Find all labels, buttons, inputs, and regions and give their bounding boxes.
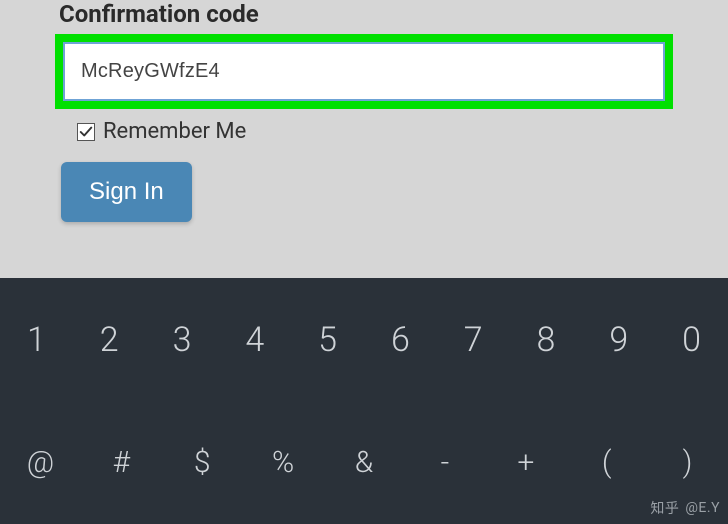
login-form: Confirmation code Remember Me Sign In <box>0 0 728 222</box>
key-hash[interactable]: # <box>81 445 162 480</box>
watermark-site: 知乎 <box>650 498 679 518</box>
remember-me-label: Remember Me <box>103 119 246 144</box>
key-8[interactable]: 8 <box>510 320 583 360</box>
key-6[interactable]: 6 <box>364 320 437 360</box>
key-plus[interactable]: + <box>485 445 566 480</box>
keyboard-row-numbers: 1 2 3 4 5 6 7 8 9 0 <box>0 278 728 401</box>
confirmation-code-label: Confirmation code <box>55 0 673 28</box>
key-0[interactable]: 0 <box>655 320 728 360</box>
input-highlight-frame <box>55 34 673 109</box>
on-screen-keyboard: 1 2 3 4 5 6 7 8 9 0 @ # $ % & - + ( ) <box>0 278 728 524</box>
watermark: 知乎 @E.Y <box>650 498 720 518</box>
key-at[interactable]: @ <box>0 445 81 480</box>
key-paren-open[interactable]: ( <box>566 445 647 480</box>
key-percent[interactable]: % <box>243 445 324 480</box>
key-9[interactable]: 9 <box>582 320 655 360</box>
key-ampersand[interactable]: & <box>324 445 405 480</box>
key-minus[interactable]: - <box>404 445 485 480</box>
key-2[interactable]: 2 <box>73 320 146 360</box>
checkmark-icon <box>79 125 93 139</box>
remember-me-row: Remember Me <box>77 119 673 144</box>
confirmation-code-input[interactable] <box>63 42 665 101</box>
watermark-handle: @E.Y <box>685 500 720 516</box>
key-4[interactable]: 4 <box>218 320 291 360</box>
keyboard-row-symbols: @ # $ % & - + ( ) <box>0 401 728 524</box>
key-5[interactable]: 5 <box>291 320 364 360</box>
key-paren-close[interactable]: ) <box>647 445 728 480</box>
key-7[interactable]: 7 <box>437 320 510 360</box>
key-dollar[interactable]: $ <box>162 445 243 480</box>
remember-me-checkbox[interactable] <box>77 123 95 141</box>
key-1[interactable]: 1 <box>0 320 73 360</box>
sign-in-button[interactable]: Sign In <box>61 162 192 222</box>
key-3[interactable]: 3 <box>146 320 219 360</box>
